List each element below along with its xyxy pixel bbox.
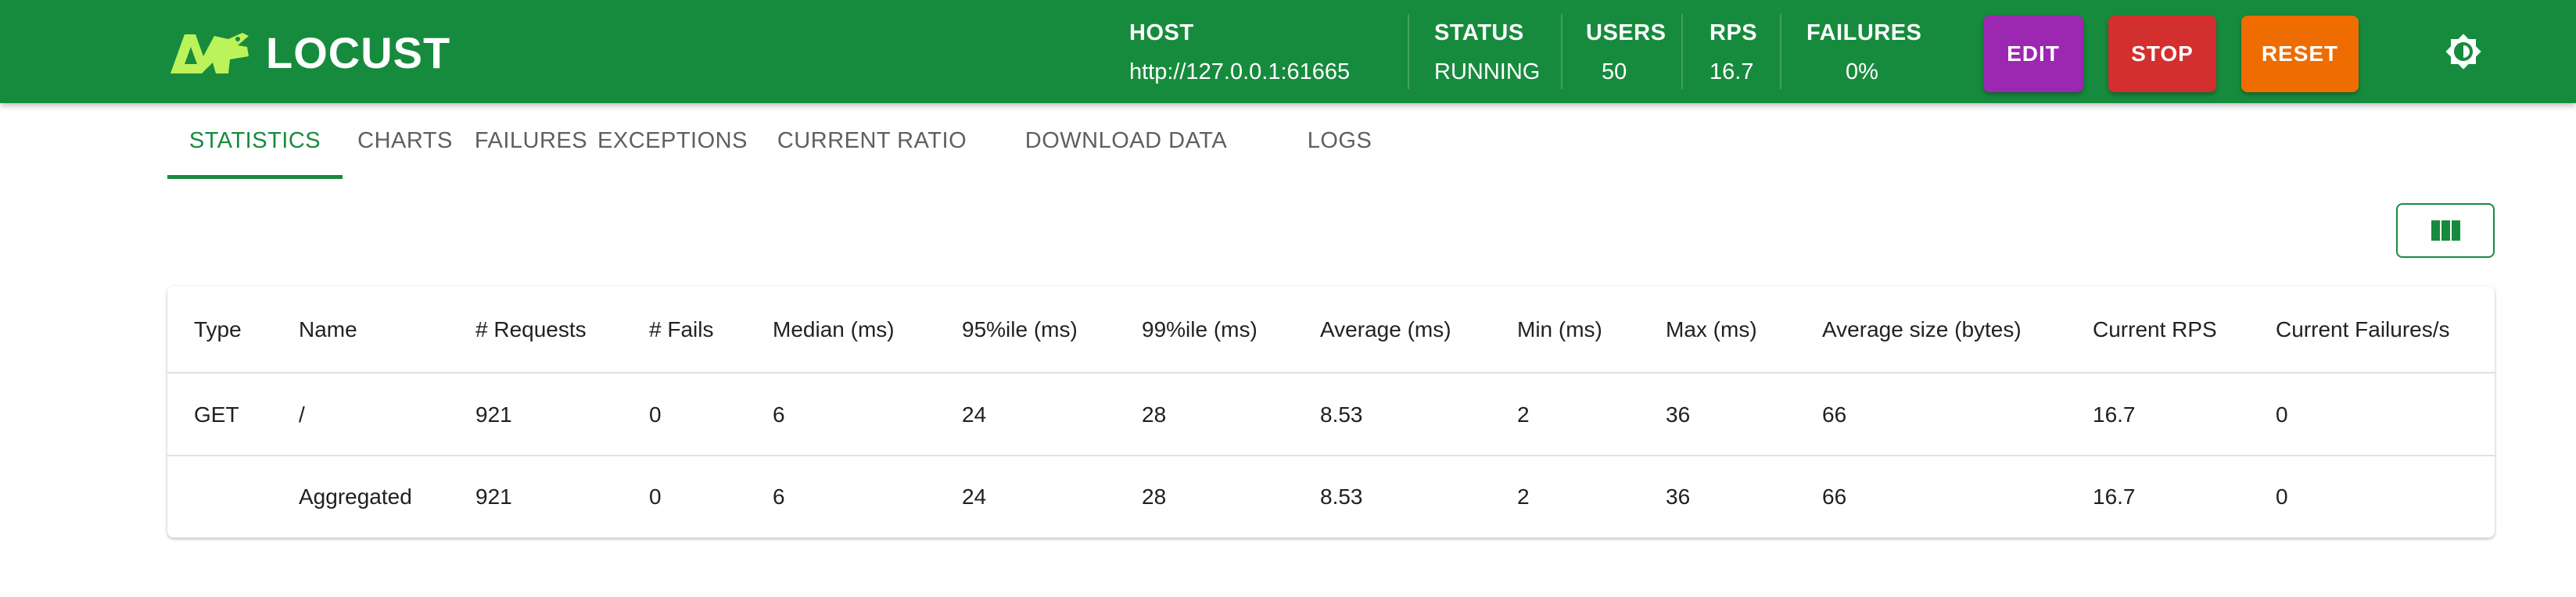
cell-requests: 921 — [475, 484, 512, 509]
cell-95ile: 24 — [962, 402, 987, 427]
cell-type: GET — [194, 402, 239, 427]
cell-name: Aggregated — [299, 484, 412, 509]
theme-toggle-button[interactable] — [2445, 33, 2482, 70]
cell-95ile: 24 — [962, 484, 987, 509]
column-header-average[interactable]: Average (ms) — [1320, 286, 1451, 374]
divider — [1561, 14, 1562, 89]
column-header-max[interactable]: Max (ms) — [1666, 286, 1757, 374]
tab-exceptions[interactable]: EXCEPTIONS — [594, 103, 751, 178]
column-header-95ile[interactable]: 95%ile (ms) — [962, 286, 1078, 374]
table-row-aggregated: Aggregated 921 0 6 24 28 8.53 2 36 66 16… — [167, 456, 2495, 538]
cell-99ile: 28 — [1142, 402, 1167, 427]
stats-table: Type Name # Requests # Fails Median (ms)… — [167, 286, 2495, 538]
column-selector-button[interactable] — [2396, 203, 2495, 258]
tab-charts[interactable]: CHARTS — [343, 103, 468, 178]
cell-median: 6 — [773, 484, 785, 509]
stop-button[interactable]: STOP — [2108, 16, 2216, 92]
users-value: 50 — [1602, 59, 1627, 84]
cell-median: 6 — [773, 402, 785, 427]
cell-requests: 921 — [475, 402, 512, 427]
cell-average-size: 66 — [1822, 402, 1847, 427]
reset-button[interactable]: RESET — [2241, 16, 2359, 92]
rps-label: RPS — [1710, 20, 1758, 45]
logo-text: LOCUST — [266, 28, 451, 77]
column-header-requests[interactable]: # Requests — [475, 286, 587, 374]
column-header-name[interactable]: Name — [299, 286, 357, 374]
tab-failures[interactable]: FAILURES — [468, 103, 594, 178]
table-row: GET / 921 0 6 24 28 8.53 2 36 66 16.7 0 — [167, 374, 2495, 456]
cell-current-rps: 16.7 — [2093, 484, 2136, 509]
locust-logo-icon — [170, 33, 249, 73]
tab-logs[interactable]: LOGS — [1281, 103, 1398, 178]
cell-name: / — [299, 402, 305, 427]
tab-download-data[interactable]: DOWNLOAD DATA — [993, 103, 1259, 178]
column-header-current-rps[interactable]: Current RPS — [2093, 286, 2217, 374]
view-columns-icon — [2431, 220, 2460, 241]
users-label: USERS — [1586, 20, 1667, 45]
column-header-min[interactable]: Min (ms) — [1517, 286, 1602, 374]
active-tab-indicator — [167, 175, 343, 179]
column-header-type[interactable]: Type — [194, 286, 242, 374]
failures-value: 0% — [1846, 59, 1878, 84]
rps-value: 16.7 — [1710, 59, 1754, 84]
locust-logo[interactable]: LOCUST — [167, 28, 450, 78]
column-header-average-size[interactable]: Average size (bytes) — [1822, 286, 2022, 374]
host-label: HOST — [1129, 20, 1194, 45]
host-value: http://127.0.0.1:61665 — [1129, 59, 1351, 84]
cell-fails: 0 — [649, 484, 662, 509]
divider — [1681, 14, 1683, 89]
divider — [1780, 14, 1781, 89]
cell-average-size: 66 — [1822, 484, 1847, 509]
column-header-current-failures[interactable]: Current Failures/s — [2276, 286, 2450, 374]
brightness-icon — [2445, 34, 2481, 70]
table-header-row: Type Name # Requests # Fails Median (ms)… — [167, 286, 2495, 374]
tab-statistics[interactable]: STATISTICS — [167, 103, 343, 178]
column-header-fails[interactable]: # Fails — [649, 286, 713, 374]
cell-fails: 0 — [649, 402, 662, 427]
cell-99ile: 28 — [1142, 484, 1167, 509]
status-label: STATUS — [1434, 20, 1524, 45]
tab-current-ratio[interactable]: CURRENT RATIO — [751, 103, 993, 178]
status-value: RUNNING — [1434, 59, 1541, 84]
cell-current-failures: 0 — [2276, 484, 2288, 509]
app-bar: LOCUST HOST http://127.0.0.1:61665 STATU… — [0, 0, 2576, 103]
column-header-median[interactable]: Median (ms) — [773, 286, 895, 374]
cell-current-rps: 16.7 — [2093, 402, 2136, 427]
failures-label: FAILURES — [1806, 20, 1922, 45]
divider — [1408, 14, 1409, 89]
edit-button[interactable]: EDIT — [1983, 16, 2083, 92]
cell-max: 36 — [1666, 402, 1691, 427]
cell-average: 8.53 — [1320, 402, 1363, 427]
cell-current-failures: 0 — [2276, 402, 2288, 427]
cell-min: 2 — [1517, 402, 1530, 427]
cell-average: 8.53 — [1320, 484, 1363, 509]
cell-max: 36 — [1666, 484, 1691, 509]
cell-min: 2 — [1517, 484, 1530, 509]
column-header-99ile[interactable]: 99%ile (ms) — [1142, 286, 1258, 374]
